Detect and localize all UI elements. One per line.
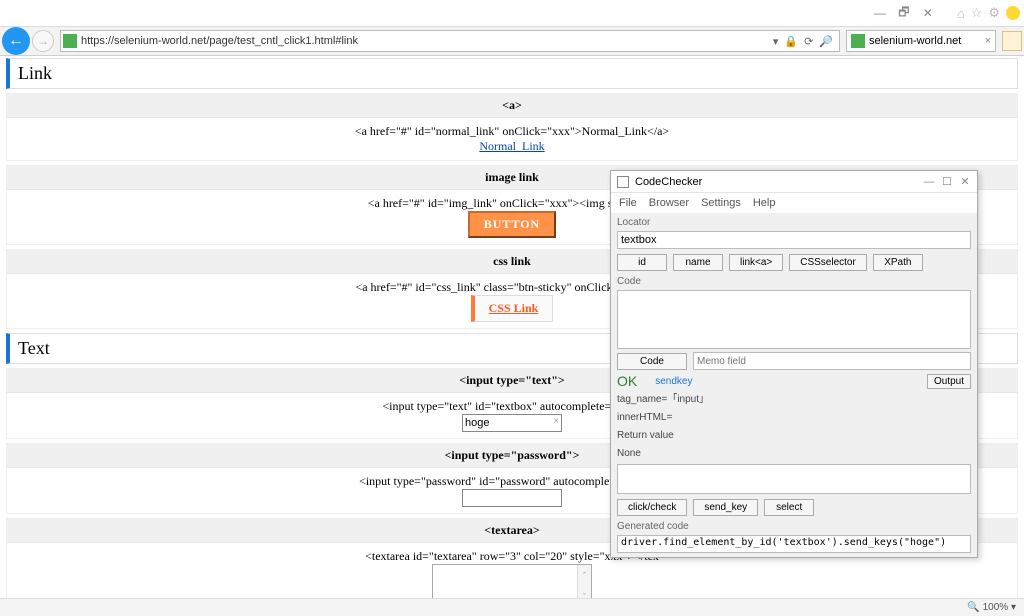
favorite-icon[interactable]: ☆ [971, 5, 983, 21]
password-input[interactable] [462, 489, 562, 507]
cc-menu-file[interactable]: File [619, 197, 637, 209]
zoom-indicator[interactable]: 🔍 100% ▾ [967, 602, 1016, 613]
cc-return-area[interactable] [617, 464, 971, 494]
settings-icon[interactable]: ⚙ [988, 5, 1000, 21]
cc-locator-label: Locator [617, 217, 971, 228]
code-sample: <a href="#" id="normal_link" onClick="xx… [13, 124, 1011, 139]
restore-button[interactable]: 🗗 [897, 6, 911, 20]
lock-icon: 🔒 [784, 35, 798, 48]
cc-kv-tag: tag_name=「input」 [617, 392, 971, 407]
cc-kv-inner: innerHTML= [617, 410, 971, 425]
cc-btn-sendkey[interactable]: send_key [693, 499, 758, 516]
scroll-up-icon[interactable]: ˆ [577, 565, 591, 586]
new-tab-button[interactable] [1002, 31, 1022, 51]
browser-toolbar: ← → https://selenium-world.net/page/test… [0, 26, 1024, 56]
cc-app-icon [617, 176, 629, 188]
cc-generated-label: Generated code [617, 521, 971, 532]
scroll-down-icon[interactable]: ˇ [577, 586, 591, 598]
cc-code-button[interactable]: Code [617, 353, 687, 370]
address-bar[interactable]: https://selenium-world.net/page/test_cnt… [60, 30, 840, 52]
tab-close-icon[interactable]: × [985, 35, 991, 47]
cc-sendkey-label: sendkey [655, 376, 692, 387]
cc-body: Locator id name link<a> CSSselector XPat… [611, 213, 977, 557]
os-titlebar: — 🗗 ✕ ⌂ ☆ ⚙ [0, 0, 1024, 26]
cc-code-area[interactable] [617, 290, 971, 349]
codechecker-window[interactable]: CodeChecker — ☐ ✕ File Browser Settings … [610, 170, 978, 558]
cc-kv-return-value: None [617, 446, 971, 461]
refresh-icon[interactable]: ⟳ [804, 35, 813, 48]
section-heading-link: Link [6, 58, 1018, 89]
tab-favicon-icon [851, 34, 865, 48]
cc-btn-css[interactable]: CSSselector [789, 254, 867, 271]
clear-input-icon[interactable]: × [553, 416, 559, 427]
site-favicon-icon [63, 34, 77, 48]
cc-output-button[interactable]: Output [927, 374, 971, 389]
cc-generated-code[interactable]: driver.find_element_by_id('textbox').sen… [617, 535, 971, 553]
cc-btn-select[interactable]: select [764, 499, 814, 516]
cc-locator-input[interactable] [617, 231, 971, 249]
cc-status-ok: OK [617, 373, 637, 389]
cc-titlebar[interactable]: CodeChecker — ☐ ✕ [611, 171, 977, 193]
close-button[interactable]: ✕ [921, 6, 935, 20]
cc-close-button[interactable]: ✕ [959, 175, 971, 188]
cc-memo-input[interactable] [693, 352, 971, 370]
cc-title-text: CodeChecker [635, 176, 702, 188]
image-link-button[interactable]: BUTTON [468, 211, 556, 238]
cc-btn-id[interactable]: id [617, 254, 667, 271]
search-icon[interactable]: 🔎 [819, 35, 833, 48]
browser-tab[interactable]: selenium-world.net × [846, 30, 996, 52]
cc-menu-help[interactable]: Help [753, 197, 776, 209]
cc-menubar: File Browser Settings Help [611, 193, 977, 213]
cc-menu-browser[interactable]: Browser [649, 197, 689, 209]
cc-btn-link[interactable]: link<a> [729, 254, 783, 271]
block-header: <a> [7, 94, 1017, 118]
tab-title: selenium-world.net [869, 35, 961, 47]
cc-btn-name[interactable]: name [673, 254, 723, 271]
url-dropdown-icon[interactable]: ▾ [773, 35, 779, 48]
cc-maximize-button[interactable]: ☐ [941, 175, 953, 188]
cc-btn-xpath[interactable]: XPath [873, 254, 923, 271]
status-bar: 🔍 100% ▾ [0, 598, 1024, 616]
css-link[interactable]: CSS Link [471, 295, 554, 322]
cc-code-label: Code [617, 276, 971, 287]
cc-menu-settings[interactable]: Settings [701, 197, 741, 209]
block-anchor: <a> <a href="#" id="normal_link" onClick… [6, 93, 1018, 161]
cc-kv-return-label: Return value [617, 428, 971, 443]
textbox-input[interactable] [462, 414, 562, 432]
minimize-button[interactable]: — [873, 6, 887, 20]
home-icon[interactable]: ⌂ [957, 6, 965, 21]
textarea-input[interactable] [432, 564, 592, 598]
back-button[interactable]: ← [2, 27, 30, 55]
toolbar-icons: ⌂ ☆ ⚙ [957, 5, 1020, 21]
url-text[interactable]: https://selenium-world.net/page/test_cnt… [81, 35, 769, 47]
cc-minimize-button[interactable]: — [923, 176, 935, 188]
cc-btn-click[interactable]: click/check [617, 499, 687, 516]
normal-link[interactable]: Normal_Link [479, 139, 544, 153]
forward-button[interactable]: → [32, 30, 54, 52]
feedback-icon[interactable] [1006, 6, 1020, 20]
